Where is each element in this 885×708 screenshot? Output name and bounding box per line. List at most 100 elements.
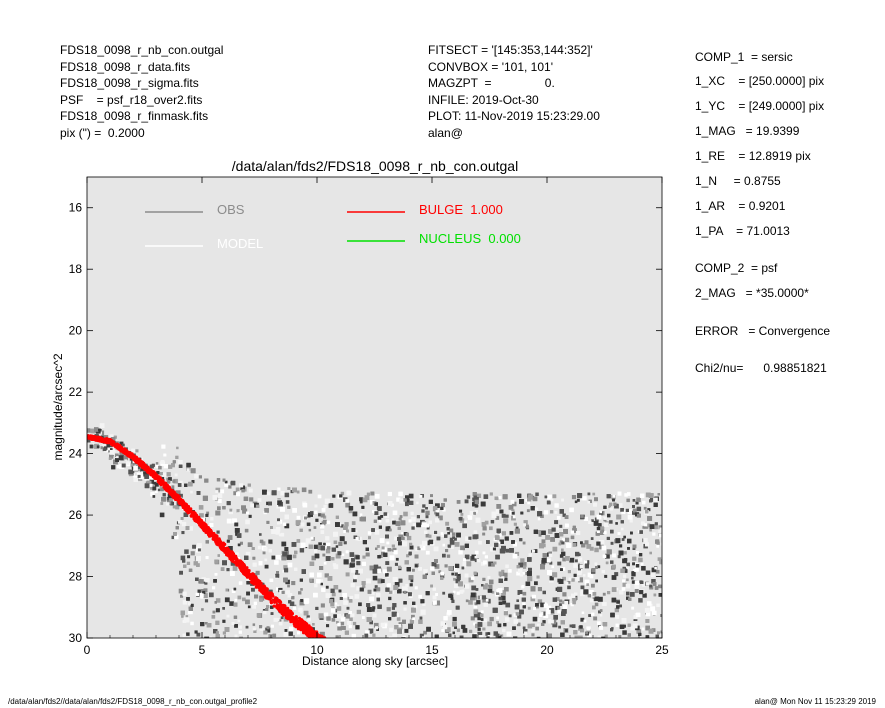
obs-point bbox=[642, 526, 646, 529]
obs-point bbox=[576, 498, 580, 502]
obs-point bbox=[558, 542, 562, 546]
obs-point bbox=[608, 649, 612, 653]
obs-point bbox=[383, 552, 388, 557]
obs-point bbox=[448, 566, 453, 571]
obs-point bbox=[442, 591, 446, 595]
obs-point bbox=[253, 601, 257, 605]
obs-point bbox=[377, 640, 382, 645]
obs-point bbox=[620, 643, 623, 646]
obs-point bbox=[560, 632, 565, 637]
obs-point bbox=[504, 577, 508, 581]
bulge-point bbox=[320, 639, 323, 642]
obs-point bbox=[582, 496, 587, 501]
obs-point bbox=[184, 618, 190, 623]
obs-point bbox=[495, 554, 500, 560]
obs-point bbox=[430, 566, 435, 571]
obs-point bbox=[376, 506, 382, 511]
obs-point bbox=[289, 626, 294, 631]
obs-point bbox=[456, 651, 459, 654]
obs-point bbox=[284, 547, 289, 552]
obs-point bbox=[304, 647, 308, 651]
obs-point bbox=[452, 621, 457, 627]
obs-point bbox=[611, 575, 617, 580]
obs-point bbox=[403, 511, 408, 517]
obs-point bbox=[287, 640, 292, 645]
obs-point bbox=[492, 641, 496, 645]
obs-point bbox=[409, 542, 413, 546]
obs-point bbox=[199, 579, 204, 584]
obs-point bbox=[568, 644, 572, 648]
obs-point bbox=[297, 631, 301, 635]
obs-point bbox=[560, 620, 565, 625]
obs-point bbox=[473, 609, 479, 615]
obs-point bbox=[389, 555, 395, 561]
obs-point bbox=[595, 579, 598, 583]
obs-point bbox=[589, 598, 594, 603]
obs-point bbox=[599, 609, 603, 612]
obs-point bbox=[444, 564, 448, 568]
obs-point bbox=[269, 578, 274, 582]
obs-point bbox=[320, 513, 325, 518]
obs-point bbox=[188, 481, 193, 487]
obs-point bbox=[462, 523, 467, 529]
obs-point bbox=[616, 639, 619, 642]
obs-point bbox=[211, 615, 216, 619]
obs-point bbox=[544, 510, 549, 515]
obs-point bbox=[314, 553, 320, 559]
obs-point bbox=[398, 565, 402, 569]
obs-point bbox=[335, 545, 339, 548]
bulge-point bbox=[312, 639, 315, 642]
obs-point bbox=[185, 648, 188, 651]
obs-point bbox=[565, 537, 570, 542]
obs-point bbox=[552, 494, 557, 499]
obs-point bbox=[547, 559, 551, 563]
obs-point bbox=[331, 592, 336, 597]
obs-point bbox=[229, 649, 234, 654]
obs-point bbox=[587, 500, 591, 504]
obs-point bbox=[550, 498, 554, 502]
obs-point bbox=[281, 541, 287, 547]
obs-point bbox=[518, 639, 522, 643]
obs-point bbox=[376, 597, 380, 602]
obs-point bbox=[615, 649, 619, 653]
obs-point bbox=[345, 529, 349, 533]
obs-point bbox=[464, 573, 469, 578]
obs-point bbox=[505, 617, 510, 622]
obs-point bbox=[460, 513, 464, 516]
obs-point bbox=[296, 539, 301, 543]
obs-point bbox=[501, 640, 504, 643]
obs-point bbox=[504, 536, 509, 541]
obs-point bbox=[565, 523, 569, 528]
obs-point bbox=[394, 562, 398, 566]
obs-point bbox=[326, 520, 331, 525]
obs-point bbox=[234, 598, 238, 602]
obs-point bbox=[324, 498, 330, 504]
obs-point bbox=[195, 592, 199, 597]
obs-point bbox=[579, 625, 583, 629]
obs-point bbox=[655, 569, 660, 574]
obs-point bbox=[629, 519, 633, 523]
obs-point bbox=[604, 651, 607, 654]
obs-point bbox=[572, 542, 577, 547]
obs-point bbox=[604, 522, 609, 527]
obs-point bbox=[373, 519, 377, 523]
obs-point bbox=[106, 444, 110, 448]
obs-point bbox=[569, 557, 575, 563]
obs-point bbox=[280, 532, 285, 537]
obs-point bbox=[379, 639, 382, 642]
obs-point bbox=[385, 561, 390, 565]
obs-point bbox=[308, 528, 312, 532]
obs-point bbox=[280, 641, 284, 645]
obs-point bbox=[482, 526, 487, 531]
obs-point bbox=[374, 511, 379, 515]
bulge-point bbox=[325, 643, 328, 646]
obs-point bbox=[231, 622, 235, 625]
obs-point bbox=[616, 605, 620, 609]
obs-point bbox=[514, 641, 519, 646]
obs-point bbox=[386, 566, 392, 572]
obs-point bbox=[122, 443, 125, 447]
obs-point bbox=[584, 564, 589, 569]
obs-point bbox=[153, 481, 157, 485]
obs-point bbox=[159, 472, 163, 476]
obs-point bbox=[639, 590, 644, 595]
